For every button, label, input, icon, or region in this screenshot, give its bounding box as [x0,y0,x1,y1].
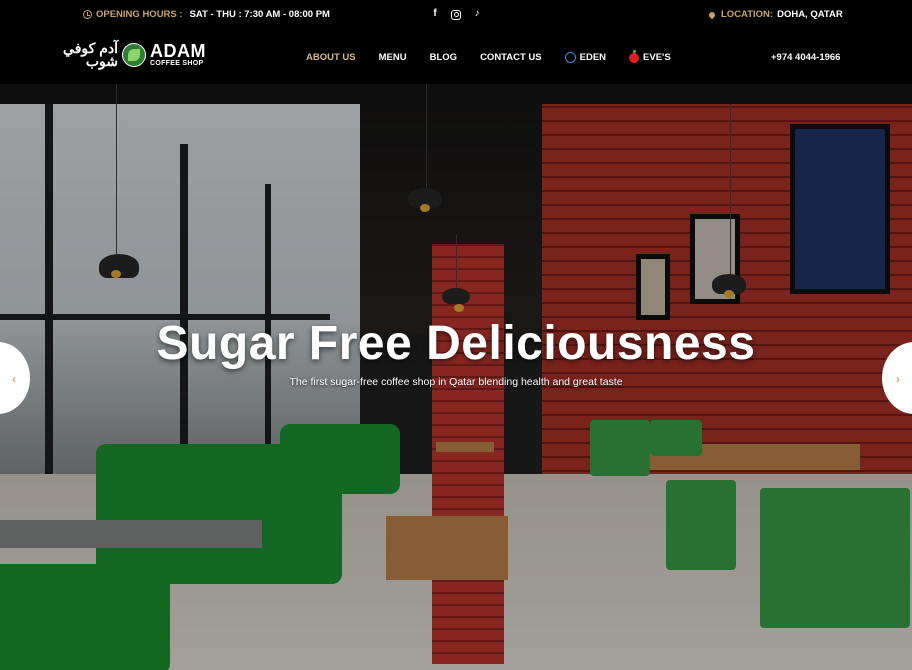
hero-title: Sugar Free Deliciousness [156,317,756,370]
facebook-icon[interactable]: f [429,8,441,20]
opening-hours-label: OPENING HOURS : [96,9,183,20]
instagram-icon[interactable] [451,9,461,20]
nav-item-about-us[interactable]: ABOUT US [306,52,356,63]
nav-item-label: CONTACT US [480,52,542,63]
nav-item-label: EDEN [579,52,607,63]
globe-icon [564,52,576,63]
chevron-right-icon: › [896,372,900,386]
hero-slider: Sugar Free Deliciousness The first sugar… [0,84,912,670]
location-label: LOCATION: [721,9,774,20]
opening-hours-value: SAT - THU : 7:30 AM - 08:00 PM [189,9,330,20]
nav-item-eves[interactable]: EVE'S [629,49,671,63]
nav-item-label: MENU [378,52,407,63]
location: LOCATION: DOHA, QATAR [707,9,843,20]
brand-logo[interactable]: آدم كوفي شوب ADAM COFFEE SHOP [52,40,206,69]
tiktok-icon[interactable]: ♪ [471,8,483,20]
map-pin-icon [707,10,717,19]
nav-menu: ABOUT US MENU BLOG CONTACT US EDEN EVE'S [306,49,694,63]
top-info-bar: OPENING HOURS : SAT - THU : 7:30 AM - 08… [0,0,912,28]
opening-hours: OPENING HOURS : SAT - THU : 7:30 AM - 08… [83,9,330,20]
brand-name: ADAM [150,41,206,61]
leaf-logo-icon [122,43,146,67]
location-value: DOHA, QATAR [777,9,843,20]
main-navigation: آدم كوفي شوب ADAM COFFEE SHOP ABOUT US M… [0,28,912,84]
brand-text: ADAM COFFEE SHOP [150,41,206,67]
hero-subtitle: The first sugar-free coffee shop in Qata… [289,376,623,388]
nav-item-blog[interactable]: BLOG [430,52,457,63]
nav-item-label: ABOUT US [306,52,356,63]
chevron-left-icon: ‹ [12,372,16,386]
apple-icon [629,49,640,63]
brand-arabic-name: آدم كوفي شوب [63,40,118,69]
social-links: f ♪ [429,8,483,20]
phone-number[interactable]: +974 4044-1966 [771,52,840,63]
brand-tagline: COFFEE SHOP [150,60,204,67]
nav-item-menu[interactable]: MENU [379,52,407,63]
nav-item-label: BLOG [429,52,458,63]
nav-item-eden[interactable]: EDEN [564,52,607,63]
clock-icon [83,10,92,19]
nav-item-contact-us[interactable]: CONTACT US [480,52,542,63]
nav-item-label: EVE'S [643,52,671,63]
